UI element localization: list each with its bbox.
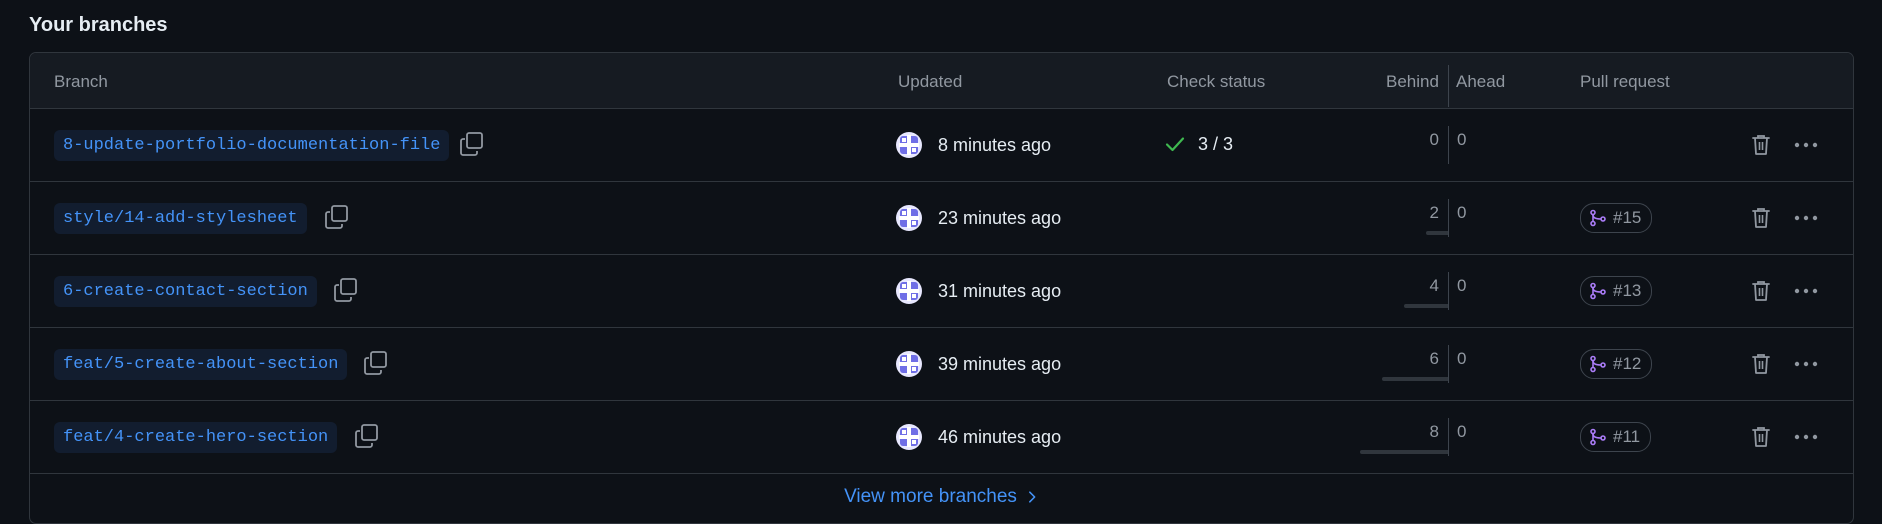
branches-table: Branch Updated Check status Behind Ahead… <box>29 52 1854 524</box>
avatar[interactable] <box>896 351 922 377</box>
branch-name-link[interactable]: feat/5-create-about-section <box>54 349 348 380</box>
ahead-count: 0 <box>1457 422 1467 441</box>
table-row: style/14-add-stylesheet 23 minutes ago 2… <box>30 182 1853 255</box>
ahead-count: 0 <box>1457 276 1467 295</box>
ahead-count: 0 <box>1457 349 1467 368</box>
table-header: Branch Updated Check status Behind Ahead… <box>30 53 1853 109</box>
ahead-count: 0 <box>1457 203 1467 222</box>
trash-icon[interactable] <box>1750 352 1772 376</box>
behind-ahead-divider <box>1448 345 1449 383</box>
behind-ahead-divider <box>1448 65 1449 107</box>
column-pull-request: Pull request <box>1580 72 1670 91</box>
trash-icon[interactable] <box>1750 425 1772 449</box>
branch-name-link[interactable]: 8-update-portfolio-documentation-file <box>54 130 450 161</box>
behind-count: 4 <box>1429 276 1439 295</box>
updated-time: 39 minutes ago <box>938 354 1062 374</box>
pull-request-number: #15 <box>1613 208 1642 227</box>
updated-time: 31 minutes ago <box>938 281 1062 301</box>
table-row: feat/4-create-hero-section 46 minutes ag… <box>30 401 1853 474</box>
pull-request-badge[interactable]: #15 <box>1580 203 1653 233</box>
updated-time: 46 minutes ago <box>938 427 1062 447</box>
avatar[interactable] <box>896 424 922 450</box>
column-check-status: Check status <box>1167 72 1266 91</box>
behind-ahead-divider <box>1448 272 1449 310</box>
check-status-count[interactable]: 3 / 3 <box>1198 134 1233 155</box>
behind-count: 8 <box>1429 422 1439 441</box>
kebab-horizontal-icon[interactable] <box>1792 279 1820 303</box>
trash-icon[interactable] <box>1750 206 1772 230</box>
updated-time: 8 minutes ago <box>938 135 1052 155</box>
kebab-horizontal-icon[interactable] <box>1792 352 1820 376</box>
copy-icon[interactable] <box>459 131 485 157</box>
branch-name-link[interactable]: 6-create-contact-section <box>54 276 317 307</box>
updated-time: 23 minutes ago <box>938 208 1062 228</box>
branch-name-link[interactable]: feat/4-create-hero-section <box>54 422 338 453</box>
kebab-horizontal-icon[interactable] <box>1792 133 1820 157</box>
behind-ahead-divider <box>1448 126 1449 164</box>
pull-request-number: #11 <box>1613 427 1641 446</box>
pull-request-badge[interactable]: #11 <box>1580 422 1652 452</box>
git-pull-request-icon <box>1590 282 1606 300</box>
table-row: 8-update-portfolio-documentation-file 8 … <box>30 109 1853 182</box>
behind-count: 0 <box>1429 130 1439 149</box>
chevron-right-icon <box>1028 491 1036 503</box>
pull-request-badge[interactable]: #13 <box>1580 276 1653 306</box>
pull-request-badge[interactable]: #12 <box>1580 349 1653 379</box>
check-icon <box>1165 137 1185 152</box>
trash-icon[interactable] <box>1750 279 1772 303</box>
behind-ahead-divider <box>1448 199 1449 237</box>
pull-request-number: #12 <box>1613 354 1642 373</box>
column-updated: Updated <box>898 72 963 91</box>
git-pull-request-icon <box>1590 355 1606 373</box>
behind-bar <box>1382 377 1448 381</box>
kebab-horizontal-icon[interactable] <box>1792 206 1820 230</box>
avatar[interactable] <box>896 205 922 231</box>
ahead-count: 0 <box>1457 130 1467 149</box>
copy-icon[interactable] <box>324 204 350 230</box>
trash-icon[interactable] <box>1750 133 1772 157</box>
behind-count: 2 <box>1429 203 1439 222</box>
column-branch: Branch <box>54 72 108 91</box>
copy-icon[interactable] <box>333 277 359 303</box>
kebab-horizontal-icon[interactable] <box>1792 425 1820 449</box>
copy-icon[interactable] <box>363 350 389 376</box>
avatar[interactable] <box>896 278 922 304</box>
view-more-branches-link[interactable]: View more branches <box>30 486 1853 508</box>
behind-bar <box>1426 231 1448 235</box>
view-more-label: View more branches <box>844 486 1017 507</box>
behind-ahead-divider <box>1448 418 1449 456</box>
table-row: feat/5-create-about-section 39 minutes a… <box>30 328 1853 401</box>
column-ahead: Ahead <box>1456 72 1506 91</box>
column-behind: Behind <box>1386 72 1439 91</box>
behind-bar <box>1404 304 1448 308</box>
section-title: Your branches <box>29 14 168 36</box>
git-pull-request-icon <box>1590 209 1606 227</box>
git-pull-request-icon <box>1590 428 1606 446</box>
behind-count: 6 <box>1429 349 1439 368</box>
pull-request-number: #13 <box>1613 281 1642 300</box>
behind-bar <box>1360 450 1448 454</box>
branch-name-link[interactable]: style/14-add-stylesheet <box>54 203 307 234</box>
copy-icon[interactable] <box>354 423 380 449</box>
avatar[interactable] <box>896 132 922 158</box>
table-row: 6-create-contact-section 31 minutes ago … <box>30 255 1853 328</box>
